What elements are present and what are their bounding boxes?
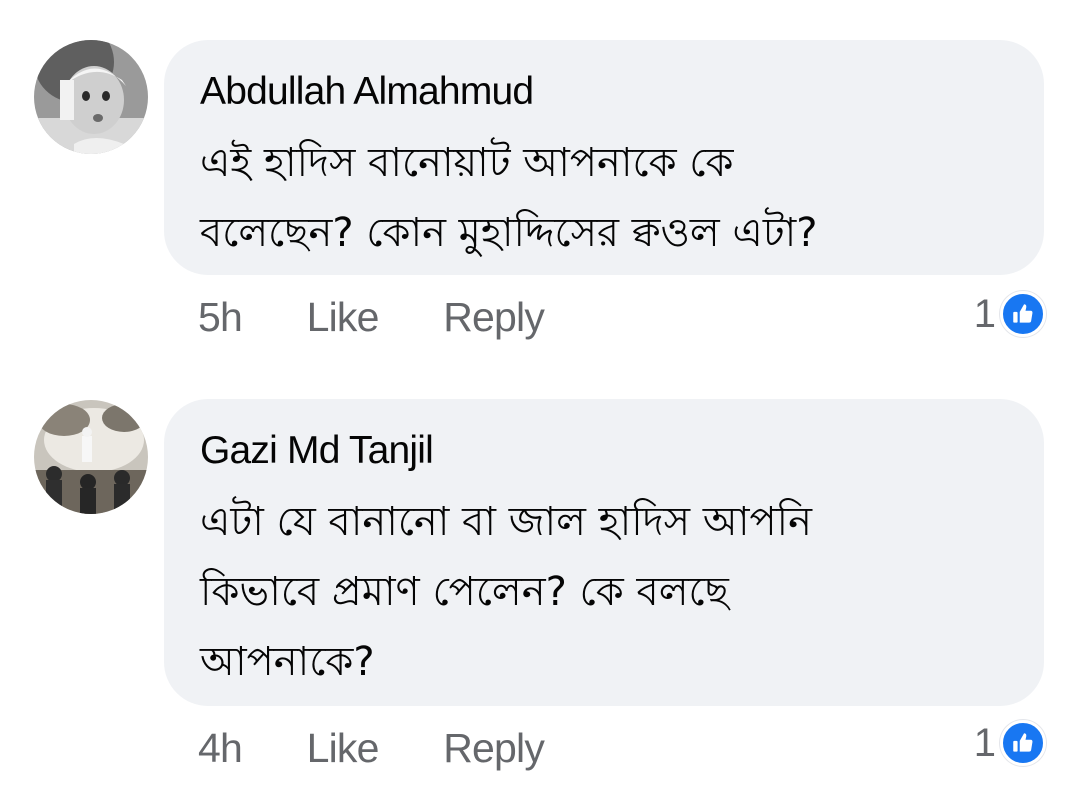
avatar[interactable] [34,40,148,154]
reaction-count: 1 [973,720,996,765]
comment-item: Abdullah Almahmud এই হাদিস বানোয়াট আপনা… [0,0,1080,380]
comment-bubble: Gazi Md Tanjil এটা যে বানানো বা জাল হাদি… [164,399,1044,706]
comment-text: এটা যে বানানো বা জাল হাদিস আপনি কিভাবে প… [200,487,1000,697]
comment-bubble: Abdullah Almahmud এই হাদিস বানোয়াট আপনা… [164,40,1044,275]
comment-text: এই হাদিস বানোয়াট আপনাকে কে বলেছেন? কোন … [200,128,1000,268]
comment-text-line: আপনাকে? [200,639,375,685]
comment-text-line: বলেছেন? কোন মুহাদ্দিসের ক্বওল এটা? [200,210,818,256]
comment-text-line: এই হাদিস বানোয়াট আপনাকে কে [200,140,734,186]
reply-button[interactable]: Reply [443,725,545,772]
comment-text-line: এটা যে বানানো বা জাল হাদিস আপনি [200,499,812,545]
like-thumb-icon [1000,291,1046,337]
comment-timestamp[interactable]: 4h [198,725,243,772]
comment-author[interactable]: Gazi Md Tanjil [200,429,434,473]
like-button[interactable]: Like [307,725,380,772]
comment-actions: 5h Like Reply [198,294,598,341]
comment-author[interactable]: Abdullah Almahmud [200,70,534,114]
reaction-summary[interactable]: 1 [974,288,1046,340]
reply-button[interactable]: Reply [443,294,545,341]
comment-text-line: কিভাবে প্রমাণ পেলেন? কে বলছে [200,569,729,615]
like-thumb-icon [1000,720,1046,766]
avatar[interactable] [34,400,148,514]
avatar-child-photo [34,40,148,154]
comment-actions: 4h Like Reply [198,725,598,772]
avatar-crowd-photo [34,400,148,514]
comment-timestamp[interactable]: 5h [198,294,243,341]
comment-item: Gazi Md Tanjil এটা যে বানানো বা জাল হাদি… [0,395,1080,802]
reaction-summary[interactable]: 1 [974,717,1046,769]
like-button[interactable]: Like [307,294,380,341]
reaction-count: 1 [973,291,996,336]
